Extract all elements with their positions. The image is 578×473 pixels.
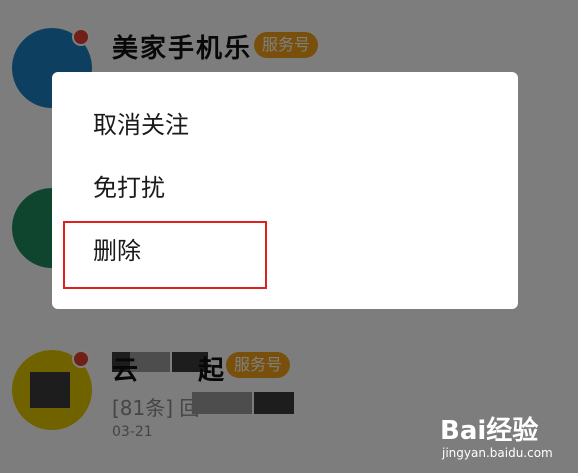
menu-item-unfollow[interactable]: 取消关注 [52, 94, 518, 156]
menu-item-label: 取消关注 [93, 111, 189, 139]
highlight-box [63, 221, 267, 289]
watermark-site: jingyan.baidu.com [442, 446, 553, 460]
menu-item-label: 免打扰 [93, 174, 165, 202]
menu-item-do-not-disturb[interactable]: 免打扰 [52, 157, 518, 219]
watermark-brand: Bai经验 [440, 416, 539, 446]
watermark: Bai经验 jingyan.baidu.com [440, 408, 574, 468]
context-menu: 取消关注 免打扰 删除 [52, 72, 518, 309]
